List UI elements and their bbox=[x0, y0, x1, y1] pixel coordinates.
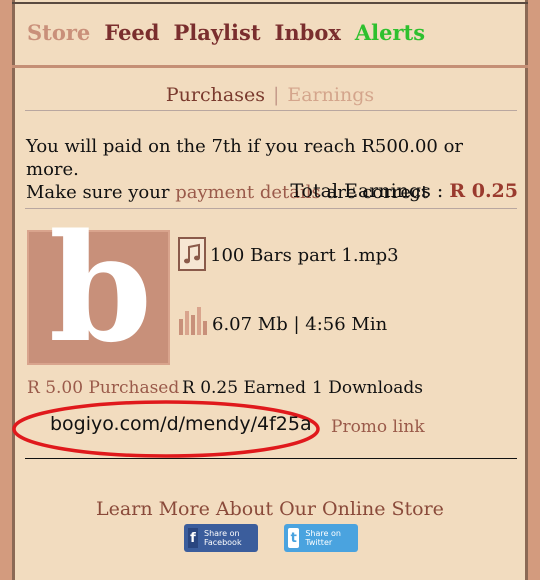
divider bbox=[25, 110, 517, 111]
file-size-duration: 6.07 Mb | 4:56 Min bbox=[212, 314, 388, 335]
nav-feed[interactable]: Feed bbox=[104, 20, 159, 45]
track-thumbnail[interactable]: b bbox=[27, 214, 170, 365]
nav-divider bbox=[12, 65, 528, 68]
total-earnings: Total Earnings : R 0.25 bbox=[290, 180, 518, 202]
logo-letter: b bbox=[48, 201, 153, 375]
nav-alerts[interactable]: Alerts bbox=[355, 20, 425, 45]
share-twitter-label: Share on Twitter bbox=[305, 529, 341, 547]
download-count: 1 Downloads bbox=[312, 378, 423, 398]
divider bbox=[25, 458, 517, 459]
promo-url[interactable]: bogiyo.com/d/mendy/4f25a bbox=[50, 413, 312, 435]
main-nav: Store Feed Playlist Inbox Alerts bbox=[27, 20, 425, 45]
total-earnings-label: Total Earnings : bbox=[290, 180, 450, 202]
total-earnings-amount: R 0.25 bbox=[449, 180, 518, 202]
store-tabs: Purchases | Earnings bbox=[0, 84, 540, 106]
nav-store[interactable]: Store bbox=[27, 20, 90, 45]
share-twitter-button[interactable]: t Share on Twitter bbox=[284, 524, 358, 552]
tab-separator: | bbox=[272, 84, 280, 106]
nav-playlist[interactable]: Playlist bbox=[173, 20, 260, 45]
purchased-amount: R 5.00 Purchased bbox=[27, 378, 180, 398]
notice-prefix: Make sure your bbox=[26, 182, 176, 203]
learn-more-text[interactable]: Learn More About Our Online Store bbox=[0, 498, 540, 520]
facebook-icon: f bbox=[188, 528, 198, 548]
twitter-icon: t bbox=[288, 528, 300, 548]
music-file-icon bbox=[178, 237, 206, 271]
file-name: 100 Bars part 1.mp3 bbox=[210, 245, 399, 266]
earned-amount: R 0.25 Earned bbox=[182, 378, 307, 398]
nav-inbox[interactable]: Inbox bbox=[275, 20, 341, 45]
promo-link[interactable]: Promo link bbox=[331, 417, 425, 437]
tab-purchases[interactable]: Purchases bbox=[166, 84, 265, 106]
payout-threshold-text: You will paid on the 7th if you reach R5… bbox=[26, 136, 464, 180]
equalizer-icon bbox=[179, 307, 207, 335]
share-facebook-label: Share on Facebook bbox=[203, 529, 242, 547]
tab-earnings[interactable]: Earnings bbox=[287, 84, 374, 106]
top-border bbox=[12, 2, 528, 4]
share-facebook-button[interactable]: f Share on Facebook bbox=[184, 524, 258, 552]
